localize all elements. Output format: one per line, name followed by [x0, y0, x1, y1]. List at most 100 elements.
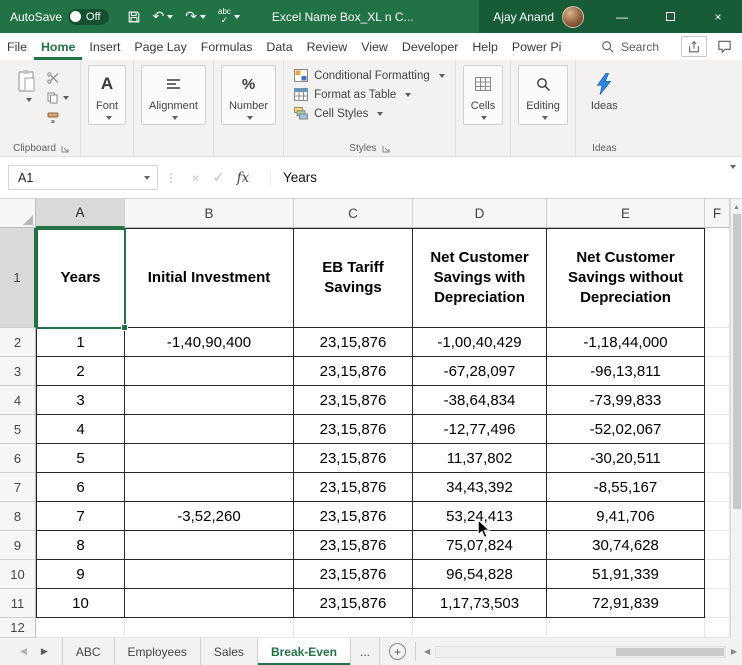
column-header-A[interactable]: A — [36, 199, 125, 228]
sheet-tab-break-even[interactable]: Break-Even — [257, 638, 351, 665]
cell-C11[interactable]: 23,15,876 — [294, 589, 413, 618]
cell-C6[interactable]: 23,15,876 — [294, 444, 413, 473]
ribbon-tab-help[interactable]: Help — [465, 33, 504, 60]
cell-F12[interactable] — [705, 618, 730, 638]
sheet-nav-left-icon[interactable]: ◀ — [20, 646, 27, 657]
vertical-scroll-thumb[interactable] — [732, 214, 741, 509]
cell-F7[interactable] — [705, 473, 730, 502]
cells-dropdown[interactable]: Cells — [462, 65, 504, 125]
formula-bar-value[interactable]: Years — [270, 170, 317, 185]
format-as-table-button[interactable]: Format as Table — [291, 85, 448, 104]
format-painter-button[interactable] — [47, 111, 69, 124]
cancel-entry-button[interactable]: × — [184, 170, 207, 186]
cell-A7[interactable]: 6 — [36, 473, 125, 502]
ribbon-tab-developer[interactable]: Developer — [395, 33, 465, 60]
redo-button[interactable]: ↷ — [179, 0, 212, 33]
paste-button[interactable] — [9, 65, 45, 106]
row-header-12[interactable]: 12 — [0, 618, 36, 638]
cell-B11[interactable] — [125, 589, 294, 618]
alignment-dropdown[interactable]: Alignment — [141, 65, 206, 125]
cell-C8[interactable]: 23,15,876 — [294, 502, 413, 531]
vertical-scrollbar[interactable]: ▲ — [730, 199, 742, 638]
cell-C7[interactable]: 23,15,876 — [294, 473, 413, 502]
column-header-C[interactable]: C — [294, 199, 413, 228]
ribbon-tab-page-lay[interactable]: Page Lay — [127, 33, 193, 60]
close-button[interactable]: × — [694, 0, 742, 33]
cell-B1[interactable]: Initial Investment — [125, 228, 294, 328]
save-button[interactable] — [121, 0, 147, 33]
undo-button[interactable]: ↶ — [147, 0, 180, 33]
maximize-button[interactable] — [646, 0, 694, 33]
column-header-B[interactable]: B — [125, 199, 294, 228]
ribbon-tab-file[interactable]: File — [0, 33, 34, 60]
cell-C12[interactable] — [294, 618, 413, 638]
cell-A12[interactable] — [36, 618, 125, 638]
cut-button[interactable] — [47, 71, 69, 84]
cell-B8[interactable]: -3,52,260 — [125, 502, 294, 531]
horizontal-scrollbar[interactable]: ◀ ▶ — [415, 642, 742, 661]
cell-A3[interactable]: 2 — [36, 357, 125, 386]
copy-button[interactable] — [47, 91, 69, 104]
cell-D3[interactable]: -67,28,097 — [413, 357, 547, 386]
cell-B4[interactable] — [125, 386, 294, 415]
row-header-3[interactable]: 3 — [0, 357, 36, 386]
cell-E3[interactable]: -96,13,811 — [547, 357, 705, 386]
enter-entry-button[interactable]: ✓ — [207, 169, 230, 186]
cell-F5[interactable] — [705, 415, 730, 444]
cell-B3[interactable] — [125, 357, 294, 386]
formula-bar-resizer[interactable]: ⋮ — [165, 171, 177, 185]
row-header-8[interactable]: 8 — [0, 502, 36, 531]
cell-C3[interactable]: 23,15,876 — [294, 357, 413, 386]
sheet-nav-right-icon[interactable]: ▶ — [41, 646, 48, 657]
conditional-formatting-button[interactable]: Conditional Formatting — [291, 66, 448, 85]
ribbon-tab-data[interactable]: Data — [259, 33, 299, 60]
cell-F3[interactable] — [705, 357, 730, 386]
row-header-9[interactable]: 9 — [0, 531, 36, 560]
number-dropdown[interactable]: % Number — [220, 65, 277, 125]
cell-C1[interactable]: EB Tariff Savings — [294, 228, 413, 328]
name-box-dropdown[interactable] — [137, 175, 157, 180]
cell-E7[interactable]: -8,55,167 — [547, 473, 705, 502]
cell-C2[interactable]: 23,15,876 — [294, 328, 413, 357]
ideas-button[interactable]: Ideas — [583, 65, 626, 117]
add-sheet-button[interactable]: + — [389, 643, 406, 660]
row-header-11[interactable]: 11 — [0, 589, 36, 618]
name-box[interactable]: A1 — [8, 165, 158, 190]
spelling-button[interactable]: abc ✓ — [212, 0, 246, 33]
column-header-E[interactable]: E — [547, 199, 705, 228]
cell-F4[interactable] — [705, 386, 730, 415]
cell-B10[interactable] — [125, 560, 294, 589]
cell-F6[interactable] — [705, 444, 730, 473]
row-header-6[interactable]: 6 — [0, 444, 36, 473]
row-header-7[interactable]: 7 — [0, 473, 36, 502]
minimize-button[interactable]: — — [598, 0, 646, 33]
cell-D5[interactable]: -12,77,496 — [413, 415, 547, 444]
cell-D4[interactable]: -38,64,834 — [413, 386, 547, 415]
cell-F10[interactable] — [705, 560, 730, 589]
cell-D12[interactable] — [413, 618, 547, 638]
cell-E10[interactable]: 51,91,339 — [547, 560, 705, 589]
sheet-tab-abc[interactable]: ABC — [61, 638, 115, 665]
cell-C4[interactable]: 23,15,876 — [294, 386, 413, 415]
styles-dialog-launcher-icon[interactable] — [382, 145, 390, 153]
ribbon-tab-insert[interactable]: Insert — [82, 33, 127, 60]
cell-E11[interactable]: 72,91,839 — [547, 589, 705, 618]
cell-D6[interactable]: 11,37,802 — [413, 444, 547, 473]
insert-function-button[interactable]: fx — [230, 170, 256, 186]
sheet-overflow-tab[interactable]: ... — [351, 638, 380, 665]
cell-E9[interactable]: 30,74,628 — [547, 531, 705, 560]
editing-dropdown[interactable]: Editing — [518, 65, 568, 125]
cell-E12[interactable] — [547, 618, 705, 638]
row-header-2[interactable]: 2 — [0, 328, 36, 357]
ribbon-tab-power-pi[interactable]: Power Pi — [505, 33, 569, 60]
cell-B2[interactable]: -1,40,90,400 — [125, 328, 294, 357]
hscroll-left-icon[interactable]: ◀ — [424, 647, 430, 656]
cell-B12[interactable] — [125, 618, 294, 638]
cell-E1[interactable]: Net Customer Savings without Depreciatio… — [547, 228, 705, 328]
cell-B6[interactable] — [125, 444, 294, 473]
cell-C10[interactable]: 23,15,876 — [294, 560, 413, 589]
cell-D10[interactable]: 96,54,828 — [413, 560, 547, 589]
ribbon-tab-formulas[interactable]: Formulas — [194, 33, 260, 60]
ribbon-tab-home[interactable]: Home — [34, 33, 82, 60]
cell-C5[interactable]: 23,15,876 — [294, 415, 413, 444]
